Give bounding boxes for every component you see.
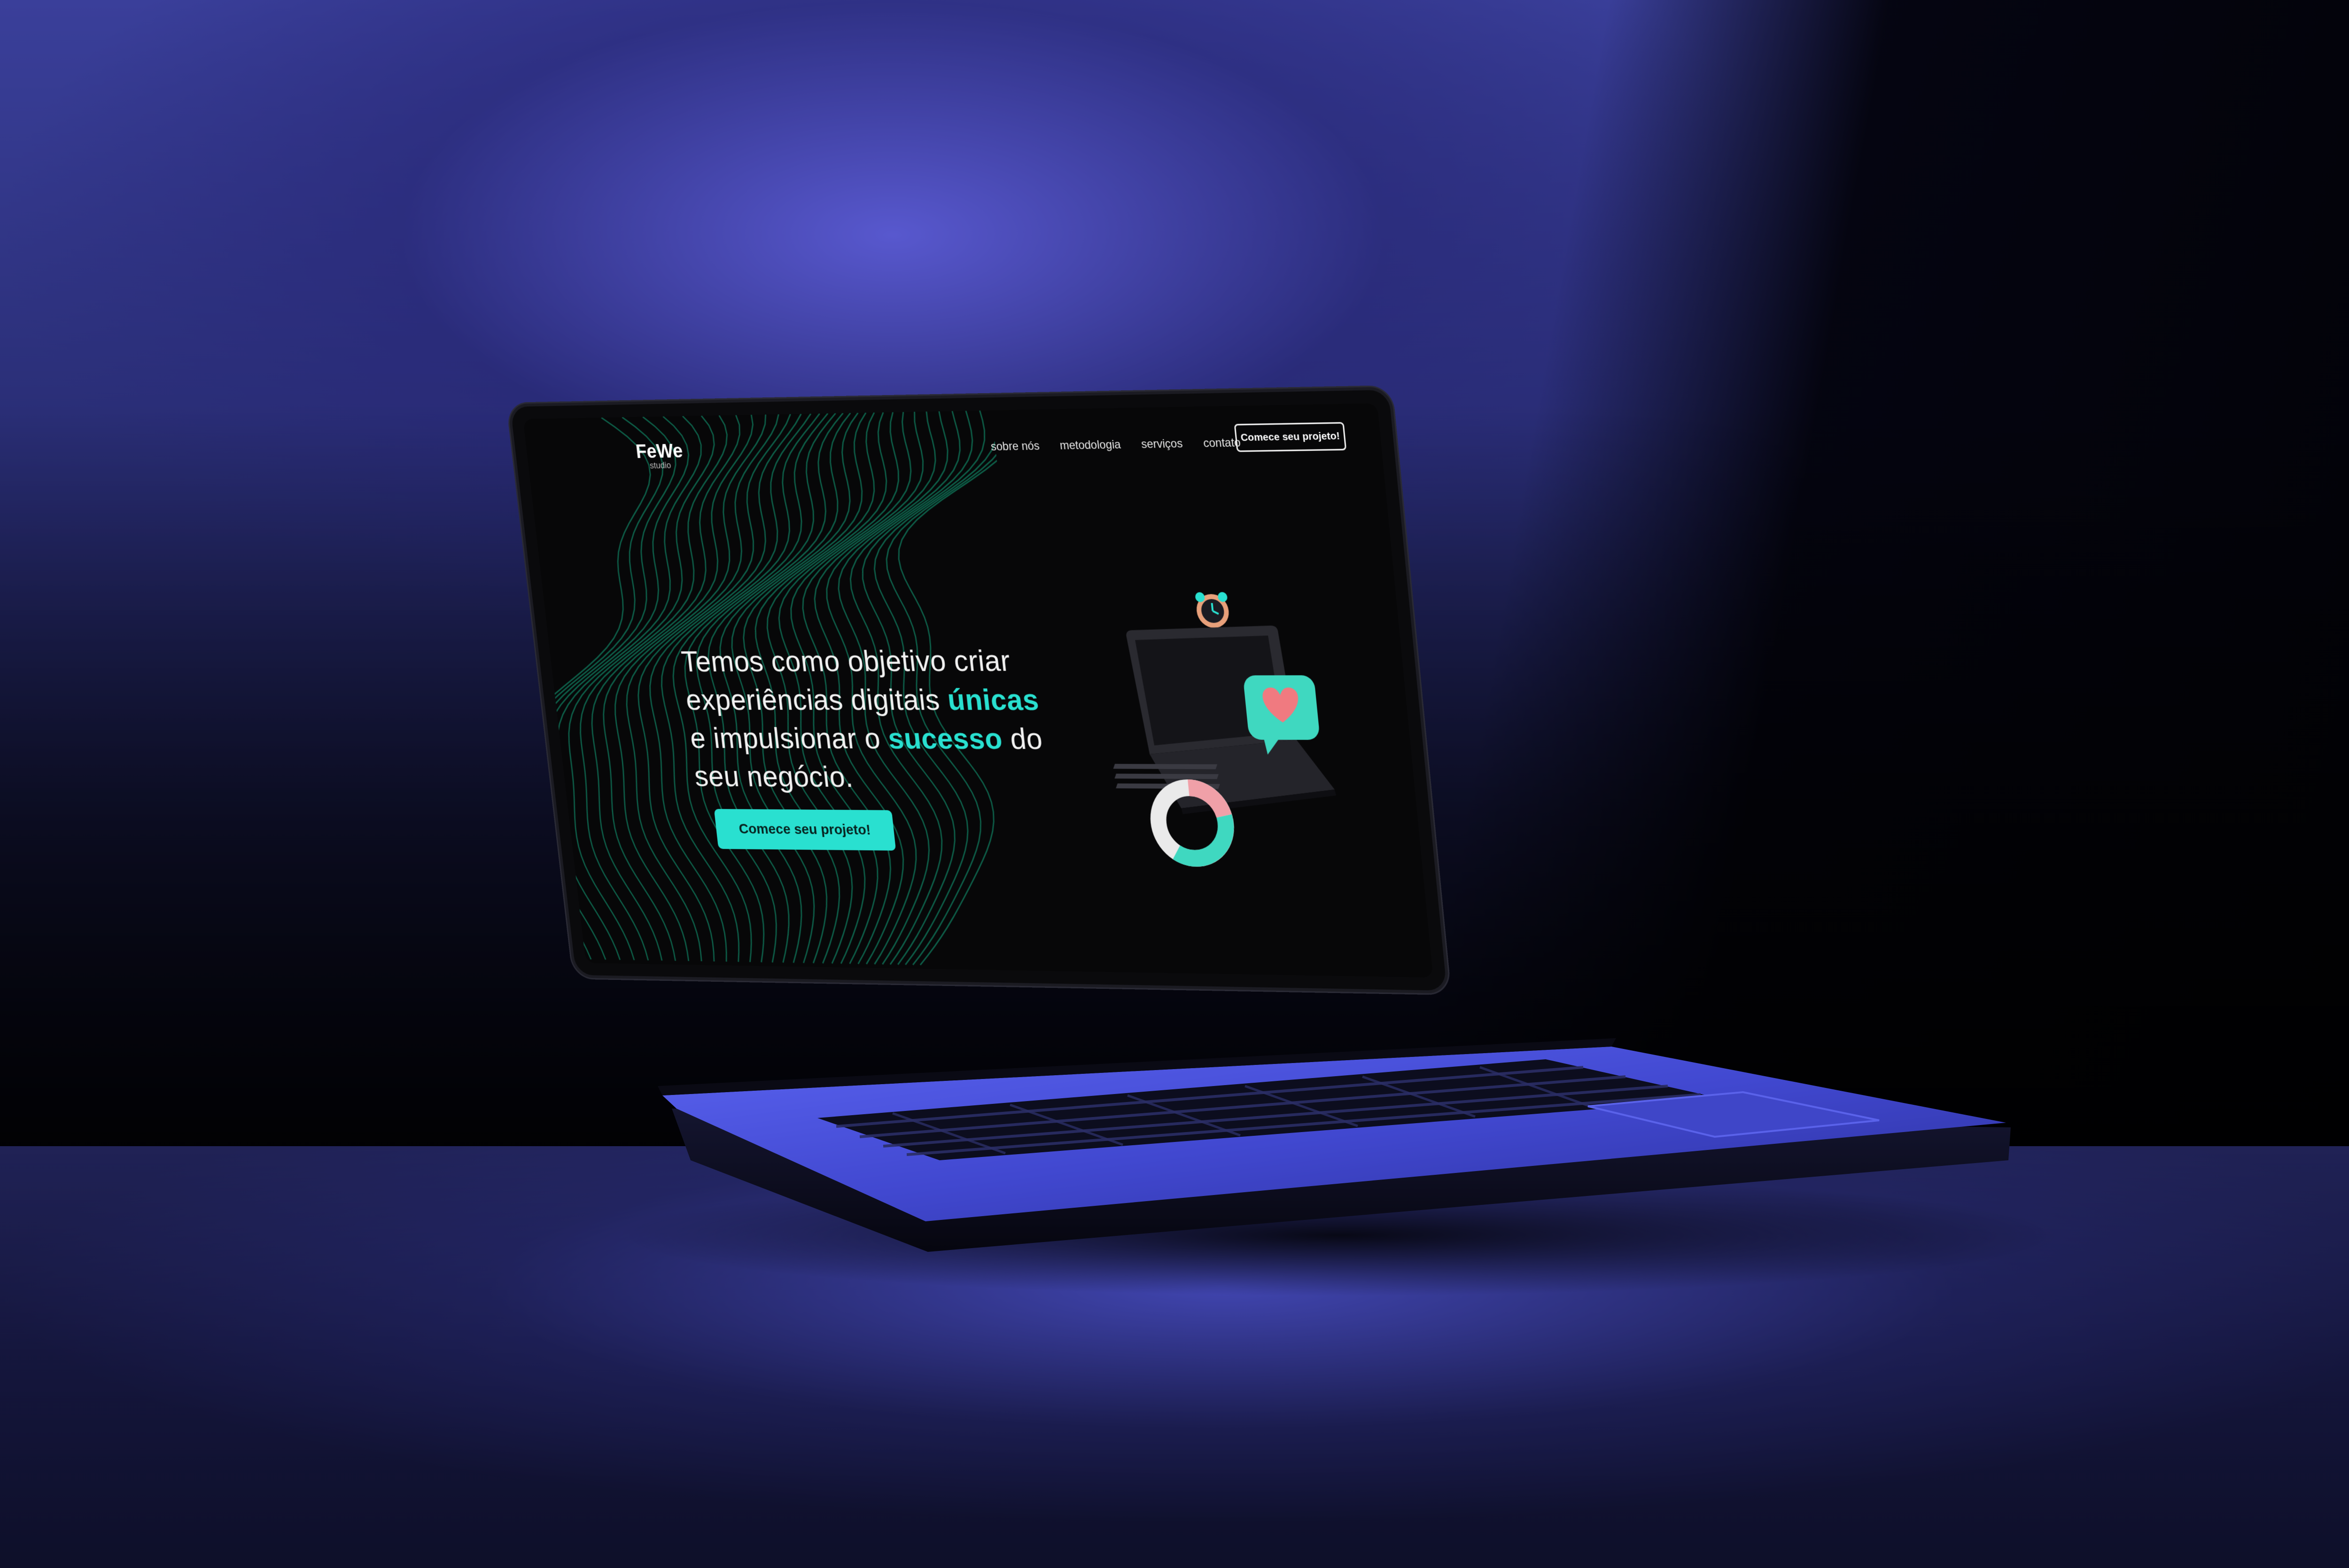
- laptop-screen-assembly: FeWe studio sobre nós metodologia serviç…: [507, 404, 1456, 1080]
- alarm-clock-icon: [1195, 592, 1230, 628]
- hero-highlight-unicas: únicas: [946, 683, 1040, 717]
- screen-bezel: FeWe studio sobre nós metodologia serviç…: [507, 387, 1450, 994]
- hero-line-2: experiências digitais únicas: [684, 681, 1093, 720]
- laptop-illustration-icon: [1094, 590, 1385, 869]
- website-screen: FeWe studio sobre nós metodologia serviç…: [523, 403, 1433, 978]
- hero-line-2-text: experiências digitais: [684, 683, 949, 716]
- hero-heading: Temos como objetivo criar experiências d…: [679, 641, 1101, 798]
- hero-line-4: seu negócio.: [692, 757, 1102, 798]
- scene: FeWe studio sobre nós metodologia serviç…: [0, 0, 2349, 1568]
- nav-link-metodologia[interactable]: metodologia: [1059, 438, 1121, 453]
- logo-subtitle: studio: [649, 461, 684, 470]
- nav-link-servicos[interactable]: serviços: [1141, 437, 1183, 451]
- nav-link-sobre-nos[interactable]: sobre nós: [990, 439, 1041, 454]
- hero-line-3-end: do: [1000, 722, 1044, 756]
- logo-name: FeWe: [635, 442, 684, 462]
- nav-links: sobre nós metodologia serviços contato: [990, 436, 1242, 454]
- hero-cta-button[interactable]: Comece seu projeto!: [714, 809, 896, 851]
- hero-line-3-text: e impulsionar o: [688, 722, 890, 755]
- top-navigation: FeWe studio sobre nós metodologia serviç…: [523, 403, 1383, 476]
- logo[interactable]: FeWe studio: [635, 442, 684, 470]
- hero-line-3: e impulsionar o sucesso do: [688, 719, 1097, 759]
- nav-cta-button[interactable]: Comece seu projeto!: [1234, 422, 1347, 452]
- hero-highlight-sucesso: sucesso: [887, 722, 1004, 756]
- hero-line-1: Temos como objetivo criar: [679, 641, 1089, 681]
